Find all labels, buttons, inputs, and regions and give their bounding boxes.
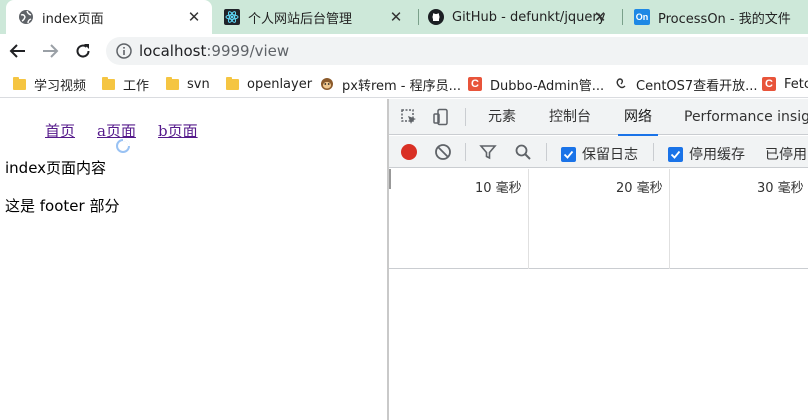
tab-network[interactable]: 网络 <box>618 99 658 136</box>
bookmarks-bar: 学习视频 工作 svn openlayer px转rem - 程序员... C … <box>0 68 808 98</box>
grid-line <box>528 169 529 269</box>
close-icon[interactable]: ✕ <box>592 9 608 25</box>
bookmark-link[interactable]: px转rem - 程序员... <box>320 75 462 94</box>
address-bar[interactable]: localhost:9999/view <box>106 37 808 65</box>
close-icon[interactable]: ✕ <box>186 9 202 25</box>
bookmark-label: 学习视频 <box>34 78 87 94</box>
toolbar-divider <box>653 143 654 161</box>
csdn-icon: C <box>762 77 776 91</box>
preserve-log-checkbox[interactable]: 保留日志 <box>561 144 638 164</box>
tab-title: 个人网站后台管理 <box>248 11 353 27</box>
tab-admin[interactable]: 个人网站后台管理 ✕ <box>224 0 414 34</box>
timeline-start-marker <box>389 169 391 189</box>
bookmark-label: Fetc <box>784 76 808 92</box>
bookmark-label: Dubbo-Admin管... <box>490 78 605 94</box>
tab-title: GitHub - defunkt/jquery <box>452 9 606 25</box>
search-icon[interactable] <box>513 142 533 162</box>
processon-icon: On <box>634 9 650 25</box>
browser-toolbar: localhost:9999/view <box>0 34 808 68</box>
tab-console[interactable]: 控制台 <box>549 99 591 135</box>
nav-link-b[interactable]: b页面 <box>158 120 198 141</box>
info-icon[interactable] <box>116 43 132 59</box>
network-overview: 10 毫秒 20 毫秒 30 毫秒 <box>389 169 808 269</box>
bookmark-link[interactable]: CentOS7查看开放... <box>614 75 758 94</box>
csdn-icon: C <box>468 77 482 91</box>
bookmark-folder[interactable]: openlayer <box>225 75 312 93</box>
tab-processon[interactable]: On ProcessOn - 我的文件 <box>634 0 808 34</box>
throttling-label: 已停用 <box>765 147 807 163</box>
tab-strip: index页面 ✕ 个人网站后台管理 ✕ GitHub - defunkt/jq… <box>0 0 808 34</box>
spiral-icon <box>614 77 628 91</box>
react-icon <box>224 9 240 25</box>
folder-icon <box>225 76 239 91</box>
tab-separator <box>622 9 623 25</box>
devtools-tabbar: 元素 控制台 网络 Performance insigh <box>389 99 808 136</box>
bookmark-folder[interactable]: svn <box>165 75 210 93</box>
devtools-panel: 元素 控制台 网络 Performance insigh 保留日志 停用缓存 已… <box>389 99 808 420</box>
arrow-left-icon <box>9 44 25 58</box>
folder-icon <box>165 76 179 91</box>
forward-button[interactable] <box>38 39 62 63</box>
monkey-icon <box>320 77 334 91</box>
filter-icon[interactable] <box>478 142 498 162</box>
page-footer: 这是 footer 部分 <box>5 197 120 215</box>
bookmark-link[interactable]: C Dubbo-Admin管... <box>468 75 605 94</box>
bookmark-label: 工作 <box>123 78 150 94</box>
bookmark-label: CentOS7查看开放... <box>636 78 758 94</box>
folder-icon <box>101 76 115 91</box>
globe-icon <box>18 9 34 25</box>
device-toolbar-icon[interactable] <box>431 107 451 127</box>
tick-label: 30 毫秒 <box>757 181 804 196</box>
close-icon[interactable]: ✕ <box>388 9 404 25</box>
tab-github[interactable]: GitHub - defunkt/jquery ✕ <box>428 0 618 34</box>
grid-line <box>669 169 670 269</box>
tick-label: 10 毫秒 <box>475 181 522 196</box>
disable-cache-label: 停用缓存 <box>689 147 745 163</box>
clear-icon[interactable] <box>433 142 453 162</box>
preserve-log-label: 保留日志 <box>582 147 638 163</box>
disable-cache-checkbox[interactable]: 停用缓存 <box>668 144 745 164</box>
arrow-right-icon <box>43 44 59 58</box>
github-icon <box>428 9 444 25</box>
record-icon[interactable] <box>401 144 417 160</box>
bookmark-label: openlayer <box>247 76 313 92</box>
tick-label: 20 毫秒 <box>616 181 663 196</box>
reload-icon <box>76 44 90 58</box>
page-viewport: 首页 a页面 b页面 index页面内容 这是 footer 部分 <box>0 99 388 420</box>
tab-performance-insights[interactable]: Performance insigh <box>684 99 808 135</box>
bookmark-folder[interactable]: 工作 <box>101 75 150 94</box>
back-button[interactable] <box>6 39 30 63</box>
page-content: index页面内容 <box>5 159 107 177</box>
bookmark-label: px转rem - 程序员... <box>342 78 462 94</box>
bookmark-link[interactable]: C Fetc <box>762 75 808 93</box>
throttling-select[interactable]: 已停用 <box>765 144 807 164</box>
inspect-element-icon[interactable] <box>399 107 419 127</box>
bookmark-label: svn <box>187 76 210 92</box>
click-cursor-icon <box>114 137 132 155</box>
toolbar-divider <box>465 143 466 161</box>
checkmark-icon <box>668 146 683 162</box>
toolbar-divider <box>465 108 466 126</box>
tab-separator <box>418 9 419 25</box>
tab-title: ProcessOn - 我的文件 <box>658 11 791 27</box>
tab-elements[interactable]: 元素 <box>488 99 516 135</box>
url-text: localhost:9999/view <box>139 42 290 60</box>
tab-index[interactable]: index页面 ✕ <box>6 0 212 34</box>
nav-link-home[interactable]: 首页 <box>45 120 75 141</box>
network-toolbar: 保留日志 停用缓存 已停用 <box>389 136 808 168</box>
bookmark-folder[interactable]: 学习视频 <box>12 75 87 94</box>
folder-icon <box>12 76 26 91</box>
browser-window: index页面 ✕ 个人网站后台管理 ✕ GitHub - defunkt/jq… <box>0 0 808 420</box>
tab-title: index页面 <box>42 11 104 27</box>
checkmark-icon <box>561 146 576 162</box>
reload-button[interactable] <box>71 39 95 63</box>
toolbar-divider <box>546 143 547 161</box>
